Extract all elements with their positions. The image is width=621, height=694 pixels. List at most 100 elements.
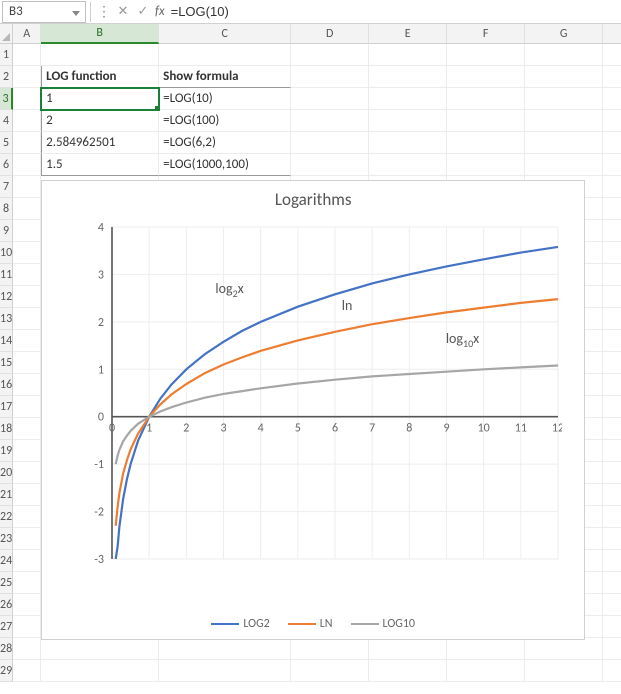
cell[interactable] <box>13 154 41 176</box>
cell[interactable] <box>603 616 621 638</box>
row-header-16[interactable]: 16 <box>0 374 13 396</box>
column-header-H[interactable]: H <box>603 24 621 44</box>
cell[interactable] <box>369 660 447 682</box>
cell[interactable] <box>603 264 621 286</box>
cell[interactable] <box>369 110 447 132</box>
row-header-1[interactable]: 1 <box>0 44 13 66</box>
cell[interactable] <box>603 154 621 176</box>
cell[interactable] <box>291 110 369 132</box>
cell[interactable] <box>159 638 291 660</box>
cell[interactable] <box>369 44 447 66</box>
cell[interactable] <box>525 66 603 88</box>
row-header-26[interactable]: 26 <box>0 594 13 616</box>
cell[interactable] <box>603 374 621 396</box>
cell[interactable] <box>369 638 447 660</box>
row-header-4[interactable]: 4 <box>0 110 13 132</box>
cell[interactable] <box>603 198 621 220</box>
cell[interactable] <box>525 88 603 110</box>
cell[interactable] <box>447 44 525 66</box>
cancel-icon[interactable]: ✕ <box>113 4 133 19</box>
row-header-2[interactable]: 2 <box>0 66 13 88</box>
cell[interactable] <box>447 132 525 154</box>
cell[interactable] <box>603 286 621 308</box>
column-header-E[interactable]: E <box>369 24 447 44</box>
cell[interactable] <box>525 132 603 154</box>
cell[interactable] <box>291 44 369 66</box>
cell[interactable] <box>603 242 621 264</box>
cell[interactable] <box>603 352 621 374</box>
cell[interactable] <box>447 154 525 176</box>
cell[interactable] <box>41 638 159 660</box>
cell[interactable] <box>13 308 41 330</box>
column-header-D[interactable]: D <box>291 24 369 44</box>
cell[interactable] <box>369 88 447 110</box>
cell[interactable] <box>525 660 603 682</box>
cell[interactable] <box>291 132 369 154</box>
cell[interactable] <box>369 66 447 88</box>
cell[interactable]: =LOG(10) <box>159 88 291 110</box>
cell[interactable] <box>13 220 41 242</box>
cell[interactable] <box>159 660 291 682</box>
cell[interactable] <box>603 506 621 528</box>
cell[interactable] <box>291 66 369 88</box>
cell[interactable] <box>13 44 41 66</box>
cell[interactable] <box>41 44 159 66</box>
cell[interactable] <box>13 462 41 484</box>
cell[interactable] <box>603 330 621 352</box>
cell[interactable] <box>447 66 525 88</box>
cell[interactable] <box>603 440 621 462</box>
cell[interactable] <box>525 154 603 176</box>
row-header-13[interactable]: 13 <box>0 308 13 330</box>
row-header-5[interactable]: 5 <box>0 132 13 154</box>
row-header-7[interactable]: 7 <box>0 176 13 198</box>
row-header-19[interactable]: 19 <box>0 440 13 462</box>
name-box[interactable]: B3 <box>2 1 86 23</box>
row-header-18[interactable]: 18 <box>0 418 13 440</box>
cell[interactable] <box>13 242 41 264</box>
row-header-21[interactable]: 21 <box>0 484 13 506</box>
cell[interactable]: 1 <box>41 88 159 110</box>
row-header-14[interactable]: 14 <box>0 330 13 352</box>
cell[interactable] <box>13 572 41 594</box>
cell[interactable]: Show formula <box>159 66 291 88</box>
cell[interactable] <box>13 286 41 308</box>
cell[interactable] <box>13 198 41 220</box>
cell[interactable]: =LOG(6,2) <box>159 132 291 154</box>
row-header-10[interactable]: 10 <box>0 242 13 264</box>
row-header-29[interactable]: 29 <box>0 660 13 682</box>
column-header-C[interactable]: C <box>159 24 291 44</box>
cell[interactable] <box>13 352 41 374</box>
cell[interactable] <box>525 44 603 66</box>
row-header-15[interactable]: 15 <box>0 352 13 374</box>
cell[interactable] <box>603 660 621 682</box>
cell[interactable] <box>447 88 525 110</box>
cell[interactable] <box>291 660 369 682</box>
cell[interactable] <box>13 176 41 198</box>
cell[interactable] <box>447 638 525 660</box>
cell[interactable] <box>603 308 621 330</box>
cell[interactable] <box>13 550 41 572</box>
cell[interactable] <box>603 418 621 440</box>
cell[interactable] <box>603 594 621 616</box>
cell[interactable] <box>13 484 41 506</box>
cell[interactable] <box>603 176 621 198</box>
formula-input[interactable] <box>169 3 621 20</box>
more-icon[interactable]: ⋮ <box>95 3 113 20</box>
cell[interactable] <box>13 88 41 110</box>
cell[interactable] <box>291 638 369 660</box>
cell[interactable] <box>41 660 159 682</box>
cell[interactable] <box>13 638 41 660</box>
cell[interactable] <box>13 418 41 440</box>
cell[interactable] <box>447 110 525 132</box>
row-header-12[interactable]: 12 <box>0 286 13 308</box>
row-header-28[interactable]: 28 <box>0 638 13 660</box>
cell[interactable] <box>13 264 41 286</box>
row-header-3[interactable]: 3 <box>0 88 13 110</box>
cell[interactable] <box>13 396 41 418</box>
cell[interactable] <box>13 374 41 396</box>
cell[interactable] <box>13 66 41 88</box>
row-header-25[interactable]: 25 <box>0 572 13 594</box>
fx-icon[interactable]: fx <box>153 4 169 19</box>
cell[interactable] <box>603 220 621 242</box>
cell[interactable] <box>603 638 621 660</box>
